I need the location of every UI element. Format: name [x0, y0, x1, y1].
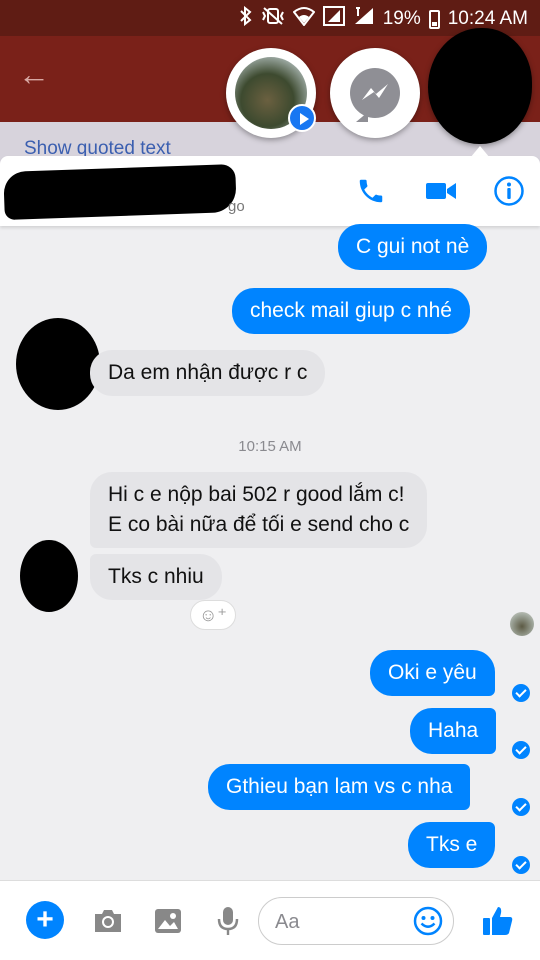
plus-icon[interactable]: + [26, 901, 64, 939]
vibrate-mute-icon [261, 6, 285, 32]
like-icon[interactable] [478, 901, 518, 941]
message-outgoing[interactable]: Tks e [408, 822, 496, 868]
back-arrow-icon[interactable]: ← [18, 56, 50, 93]
message-timestamp: 10:15 AM [238, 438, 302, 455]
phone-icon[interactable] [354, 174, 388, 208]
message-outgoing[interactable]: Gthieu bạn lam vs c nha [208, 764, 471, 810]
message-input[interactable] [275, 908, 405, 936]
message-composer: + [0, 880, 540, 960]
message-incoming[interactable]: Tks c nhiu [90, 554, 222, 600]
bluetooth-icon [239, 5, 253, 32]
avatar[interactable] [16, 318, 100, 410]
message-line: Hi c e nộp bai 502 r good lắm c! [108, 483, 405, 506]
info-icon[interactable] [492, 174, 526, 208]
microphone-icon[interactable] [208, 901, 248, 941]
conversation-header: go [0, 156, 540, 226]
contact-name-redacted [3, 163, 237, 221]
messenger-icon [350, 68, 400, 122]
message-outgoing[interactable]: Oki e yêu [370, 650, 495, 696]
active-status: go [228, 198, 245, 215]
delivered-check-icon [512, 798, 530, 816]
message-outgoing[interactable]: C gui not nè [338, 224, 488, 270]
status-bar: 19% 10:24 AM [0, 0, 540, 36]
message-line: E co bài nữa để tối e send cho c [108, 513, 410, 536]
wifi-icon [292, 6, 316, 32]
message-incoming[interactable]: Da em nhận được r c [90, 350, 326, 396]
message-outgoing[interactable]: Haha [410, 708, 497, 754]
battery-icon [428, 9, 440, 29]
avatar[interactable] [20, 540, 78, 612]
image-icon[interactable] [148, 901, 188, 941]
play-badge-icon [288, 104, 316, 132]
video-icon[interactable] [424, 174, 458, 208]
battery-percent: 19% [382, 8, 421, 29]
camera-icon[interactable] [88, 901, 128, 941]
delivered-check-icon [512, 856, 530, 874]
message-input-box[interactable] [258, 897, 454, 945]
delivered-check-icon [512, 684, 530, 702]
message-incoming[interactable]: Hi c e nộp bai 502 r good lắm c! E co bà… [90, 472, 428, 548]
signal-icon [322, 6, 345, 32]
chat-head-redacted[interactable] [428, 28, 532, 144]
message-outgoing[interactable]: check mail giup c nhé [232, 288, 470, 334]
delivered-check-icon [512, 741, 530, 759]
clock: 10:24 AM [447, 8, 528, 29]
chat-head-contact[interactable] [226, 48, 316, 138]
add-reaction-icon[interactable]: ☺⁺ [190, 600, 236, 630]
seen-avatar [510, 612, 534, 636]
chat-head-messenger[interactable] [330, 48, 420, 138]
signal-strength-icon [353, 6, 375, 32]
emoji-icon[interactable] [413, 906, 443, 936]
